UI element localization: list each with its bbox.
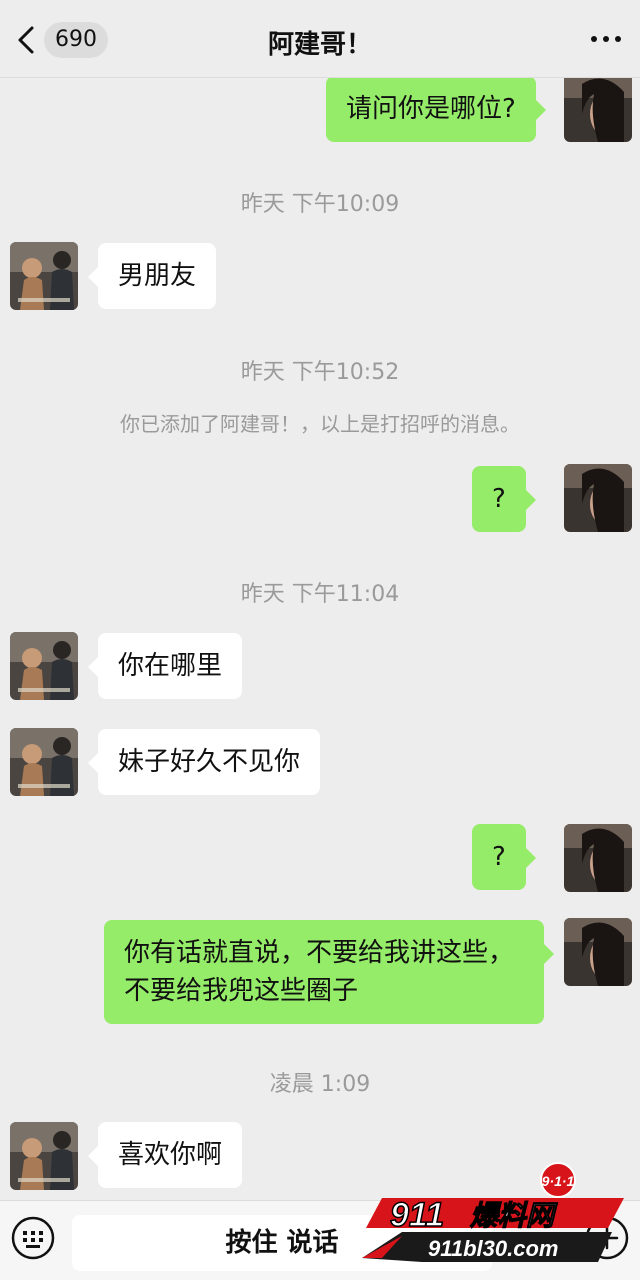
system-notice: 你已添加了阿建哥！，以上是打招呼的消息。 [120,412,520,436]
keyboard-icon[interactable] [10,1215,56,1261]
svg-text:911bl30.com: 911bl30.com [428,1236,558,1261]
outgoing-message[interactable]: 你有话就直说，不要给我讲这些，不要给我兜这些圈子 [104,920,554,1024]
incoming-message[interactable]: 你在哪里 [87,633,243,699]
svg-text:9·1·1: 9·1·1 [542,1173,575,1189]
outgoing-message[interactable]: ? [472,466,536,532]
my-avatar[interactable] [564,918,632,986]
svg-text:爆料网: 爆料网 [470,1199,558,1232]
svg-text:911: 911 [390,1196,444,1234]
contact-avatar[interactable] [10,728,78,796]
contact-avatar[interactable] [10,1122,78,1190]
chat-header: 690 阿建哥！ [0,0,640,78]
timestamp: 昨天 下午10:52 [240,360,400,385]
more-dots-icon[interactable] [588,30,624,48]
watermark-logo: 9·1·1 911 爆料网 911bl30.com [362,1162,632,1280]
timestamp: 凌晨 1:09 [269,1072,371,1097]
my-avatar[interactable] [564,824,632,892]
contact-avatar[interactable] [10,632,78,700]
incoming-message[interactable]: 妹子好久不见你 [87,729,321,795]
message-list[interactable]: 请问你是哪位? 昨天 下午10:09 男朋友 昨天 下午10:52 你已添加了阿… [0,0,640,1200]
timestamp: 昨天 下午10:09 [240,192,400,217]
incoming-message[interactable]: 喜欢你啊 [87,1122,243,1188]
contact-avatar[interactable] [10,242,78,310]
my-avatar[interactable] [564,74,632,142]
outgoing-message[interactable]: 请问你是哪位? [326,76,546,142]
incoming-message[interactable]: 男朋友 [87,243,217,309]
outgoing-message[interactable]: ? [472,824,536,890]
timestamp: 昨天 下午11:04 [240,582,400,607]
chat-title: 阿建哥！ [267,30,372,60]
my-avatar[interactable] [564,464,632,532]
